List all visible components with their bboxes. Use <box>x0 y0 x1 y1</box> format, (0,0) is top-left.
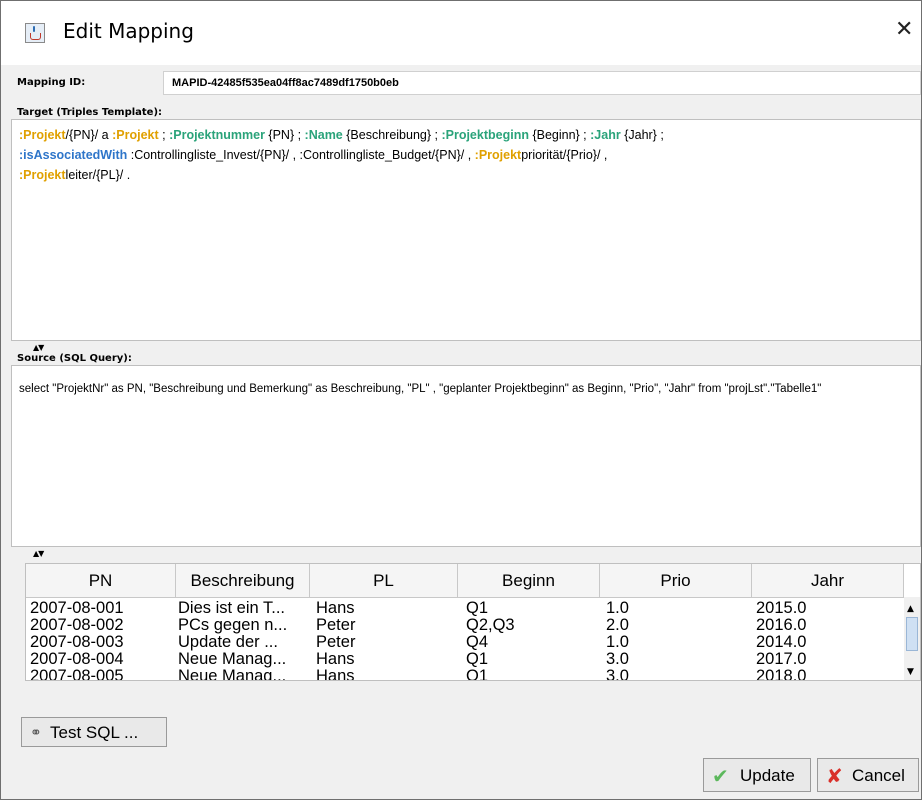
results-table-header: PN Beschreibung PL Beginn Prio Jahr <box>26 564 904 598</box>
cell-beginn: Q4 <box>466 634 489 651</box>
template-keyword: :Projekt <box>112 128 159 142</box>
col-header-prio[interactable]: Prio <box>600 564 752 597</box>
template-keyword: :Jahr <box>590 128 621 142</box>
template-keyword: :isAssociatedWith <box>19 148 128 162</box>
template-text-segment: {Beginn} ; <box>528 128 591 142</box>
cell-pn: 2007-08-004 <box>30 651 124 668</box>
cell-jahr: 2018.0 <box>756 668 807 681</box>
target-template-text: :Projekt/{PN}/ a :Projekt ; :Projektnumm… <box>19 125 909 185</box>
col-header-beschreibung[interactable]: Beschreibung <box>176 564 310 597</box>
template-keyword: :Projekt <box>474 148 522 162</box>
cell-prio: 1.0 <box>606 600 629 617</box>
cell-pl: Peter <box>316 617 356 634</box>
cell-pl: Hans <box>316 651 355 668</box>
mapping-id-value: MAPID-42485f535ea04ff8ac7489df1750b0eb <box>172 77 399 89</box>
source-label: Source (SQL Query): <box>17 353 132 364</box>
cell-beschreibung: Neue Manag... <box>178 651 287 668</box>
cell-jahr: 2014.0 <box>756 634 807 651</box>
template-text-segment: {PN} ; <box>264 128 305 142</box>
edit-mapping-dialog: Edit Mapping ✕ Mapping ID: MAPID-42485f5… <box>0 0 922 800</box>
cell-pn: 2007-08-002 <box>30 617 124 634</box>
cell-prio: 3.0 <box>606 668 629 681</box>
col-header-pl[interactable]: PL <box>310 564 458 597</box>
sql-query-text: select "ProjektNr" as PN, "Beschreibung … <box>19 383 822 395</box>
table-row[interactable]: 2007-08-001 Dies ist ein T... Hans Q1 1.… <box>26 600 904 617</box>
cell-beginn: Q2,Q3 <box>466 617 515 634</box>
template-text-segment: /{PN}/ a <box>65 128 113 142</box>
cell-beschreibung: Neue Manag... <box>178 668 287 681</box>
splitter-arrows-top[interactable]: ▲▼ <box>33 343 44 352</box>
cell-jahr: 2015.0 <box>756 600 807 617</box>
cancel-label: Cancel <box>852 766 905 785</box>
table-row[interactable]: 2007-08-004 Neue Manag... Hans Q1 3.0 20… <box>26 651 904 668</box>
cancel-button[interactable]: ✘ Cancel <box>817 758 919 792</box>
cell-beginn: Q1 <box>466 600 489 617</box>
mapping-id-field[interactable]: MAPID-42485f535ea04ff8ac7489df1750b0eb <box>163 71 921 95</box>
java-coffee-icon <box>25 23 45 43</box>
cell-beschreibung: Update der ... <box>178 634 278 651</box>
cell-pl: Peter <box>316 634 356 651</box>
target-label: Target (Triples Template): <box>17 107 163 118</box>
template-text-segment: ; <box>158 128 170 142</box>
cell-pn: 2007-08-003 <box>30 634 124 651</box>
update-button[interactable]: ✔ Update <box>703 758 811 792</box>
template-keyword: :Projektnummer <box>169 128 265 142</box>
cell-prio: 2.0 <box>606 617 629 634</box>
link-icon: ⚭ <box>30 724 42 740</box>
table-row[interactable]: 2007-08-002 PCs gegen n... Peter Q2,Q3 2… <box>26 617 904 634</box>
cell-beginn: Q1 <box>466 651 489 668</box>
cell-beschreibung: PCs gegen n... <box>178 617 288 634</box>
cell-pl: Hans <box>316 668 355 681</box>
cell-beschreibung: Dies ist ein T... <box>178 600 285 617</box>
cell-pn: 2007-08-005 <box>30 668 124 681</box>
cell-jahr: 2017.0 <box>756 651 807 668</box>
table-row[interactable]: 2007-08-003 Update der ... Peter Q4 1.0 … <box>26 634 904 651</box>
template-keyword: :Projekt <box>19 128 66 142</box>
template-keyword: :Name <box>304 128 343 142</box>
col-header-pn[interactable]: PN <box>26 564 176 597</box>
template-text-segment: priorität/{Prio}/ , <box>521 148 608 162</box>
cell-prio: 1.0 <box>606 634 629 651</box>
update-label: Update <box>740 766 795 785</box>
test-sql-label: Test SQL ... <box>50 723 139 742</box>
template-keyword: :Projekt <box>19 168 66 182</box>
template-text-segment: {Jahr} ; <box>620 128 664 142</box>
template-text-segment: :Controllingliste_Invest/{PN}/ , :Contro… <box>127 148 475 162</box>
checkmark-icon: ✔ <box>712 766 729 788</box>
scroll-up-icon[interactable]: ▲ <box>907 604 914 614</box>
cell-pn: 2007-08-001 <box>30 600 124 617</box>
title-bar: Edit Mapping ✕ <box>1 1 921 65</box>
results-table[interactable]: PN Beschreibung PL Beginn Prio Jahr 2007… <box>25 563 921 681</box>
col-header-jahr[interactable]: Jahr <box>752 564 904 597</box>
cell-beginn: Q1 <box>466 668 489 681</box>
template-keyword: :Projektbeginn <box>441 128 529 142</box>
test-sql-button[interactable]: ⚭ Test SQL ... <box>21 717 167 747</box>
table-scrollbar[interactable]: ▲ ▼ <box>904 597 920 680</box>
window-title: Edit Mapping <box>63 19 194 43</box>
red-x-icon: ✘ <box>826 766 843 788</box>
scroll-thumb[interactable] <box>906 617 918 651</box>
mapping-id-label: Mapping ID: <box>17 77 86 88</box>
cell-pl: Hans <box>316 600 355 617</box>
dialog-content: Mapping ID: MAPID-42485f535ea04ff8ac7489… <box>7 65 921 799</box>
col-header-beginn[interactable]: Beginn <box>458 564 600 597</box>
table-row[interactable]: 2007-08-005 Neue Manag... Hans Q1 3.0 20… <box>26 668 904 681</box>
template-text-segment: {Beschreibung} ; <box>342 128 442 142</box>
cell-jahr: 2016.0 <box>756 617 807 634</box>
close-icon[interactable]: ✕ <box>895 19 913 41</box>
template-text-segment: leiter/{PL}/ . <box>65 168 131 182</box>
cell-prio: 3.0 <box>606 651 629 668</box>
scroll-down-icon[interactable]: ▼ <box>907 667 914 677</box>
splitter-arrows-bottom[interactable]: ▲▼ <box>33 549 44 558</box>
